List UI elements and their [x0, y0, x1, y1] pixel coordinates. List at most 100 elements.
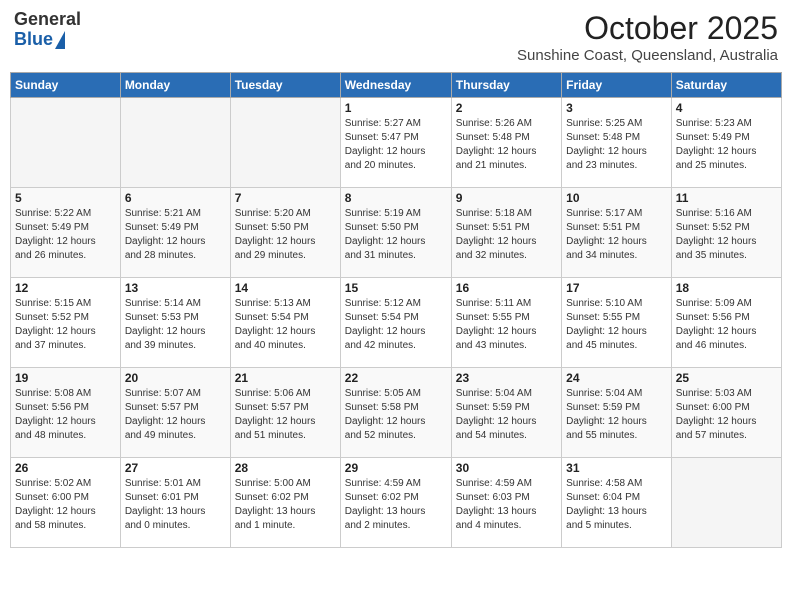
calendar-cell: 20 Sunrise: 5:07 AMSunset: 5:57 PMDayligh… [120, 368, 230, 458]
day-number: 2 [456, 101, 557, 115]
day-info: Sunrise: 5:23 AMSunset: 5:49 PMDaylight:… [676, 117, 777, 173]
day-number: 13 [125, 281, 226, 295]
day-number: 8 [345, 191, 447, 205]
day-info: Sunrise: 5:22 AMSunset: 5:49 PMDaylight:… [15, 207, 116, 263]
day-info: Sunrise: 4:59 AMSunset: 6:03 PMDaylight:… [456, 477, 557, 533]
day-number: 18 [676, 281, 777, 295]
day-number: 25 [676, 371, 777, 385]
calendar-cell: 17 Sunrise: 5:10 AMSunset: 5:55 PMDayligh… [562, 278, 672, 368]
day-number: 11 [676, 191, 777, 205]
calendar-cell: 25 Sunrise: 5:03 AMSunset: 6:00 PMDayligh… [671, 368, 781, 458]
day-number: 17 [566, 281, 667, 295]
calendar-cell: 9 Sunrise: 5:18 AMSunset: 5:51 PMDaylight… [451, 188, 561, 278]
day-info: Sunrise: 5:05 AMSunset: 5:58 PMDaylight:… [345, 387, 447, 443]
day-number: 15 [345, 281, 447, 295]
day-info: Sunrise: 5:06 AMSunset: 5:57 PMDaylight:… [235, 387, 336, 443]
day-info: Sunrise: 5:04 AMSunset: 5:59 PMDaylight:… [456, 387, 557, 443]
calendar-cell: 7 Sunrise: 5:20 AMSunset: 5:50 PMDaylight… [230, 188, 340, 278]
calendar-week-row: 19 Sunrise: 5:08 AMSunset: 5:56 PMDayligh… [11, 368, 782, 458]
day-number: 23 [456, 371, 557, 385]
day-info: Sunrise: 5:27 AMSunset: 5:47 PMDaylight:… [345, 117, 447, 173]
day-number: 9 [456, 191, 557, 205]
day-number: 22 [345, 371, 447, 385]
day-number: 27 [125, 461, 226, 475]
calendar-cell: 4Sunrise: 5:23 AMSunset: 5:49 PMDaylight… [671, 98, 781, 188]
calendar-cell: 13 Sunrise: 5:14 AMSunset: 5:53 PMDayligh… [120, 278, 230, 368]
calendar-cell: 22 Sunrise: 5:05 AMSunset: 5:58 PMDayligh… [340, 368, 451, 458]
day-info: Sunrise: 5:15 AMSunset: 5:52 PMDaylight:… [15, 297, 116, 353]
day-info: Sunrise: 5:13 AMSunset: 5:54 PMDaylight:… [235, 297, 336, 353]
day-number: 24 [566, 371, 667, 385]
day-info: Sunrise: 4:58 AMSunset: 6:04 PMDaylight:… [566, 477, 667, 533]
title-section: October 2025 Sunshine Coast, Queensland,… [517, 10, 778, 64]
logo: General Blue [14, 10, 81, 50]
calendar-header-row: SundayMondayTuesdayWednesdayThursdayFrid… [11, 73, 782, 98]
day-number: 21 [235, 371, 336, 385]
day-info: Sunrise: 5:11 AMSunset: 5:55 PMDaylight:… [456, 297, 557, 353]
calendar-week-row: 1 Sunrise: 5:27 AMSunset: 5:47 PMDaylight… [11, 98, 782, 188]
day-number: 29 [345, 461, 447, 475]
day-info: Sunrise: 5:17 AMSunset: 5:51 PMDaylight:… [566, 207, 667, 263]
day-info: Sunrise: 5:21 AMSunset: 5:49 PMDaylight:… [125, 207, 226, 263]
calendar-cell: 5Sunrise: 5:22 AMSunset: 5:49 PMDaylight… [11, 188, 121, 278]
calendar-week-row: 12 Sunrise: 5:15 AMSunset: 5:52 PMDayligh… [11, 278, 782, 368]
day-info: Sunrise: 5:02 AMSunset: 6:00 PMDaylight:… [15, 477, 116, 533]
calendar-cell: 26 Sunrise: 5:02 AMSunset: 6:00 PMDayligh… [11, 458, 121, 548]
day-number: 31 [566, 461, 667, 475]
day-number: 7 [235, 191, 336, 205]
calendar-cell: 28 Sunrise: 5:00 AMSunset: 6:02 PMDayligh… [230, 458, 340, 548]
column-header-friday: Friday [562, 73, 672, 98]
day-info: Sunrise: 5:07 AMSunset: 5:57 PMDaylight:… [125, 387, 226, 443]
day-number: 3 [566, 101, 667, 115]
calendar-cell: 11Sunrise: 5:16 AMSunset: 5:52 PMDayligh… [671, 188, 781, 278]
day-number: 14 [235, 281, 336, 295]
month-title: October 2025 [517, 10, 778, 47]
column-header-sunday: Sunday [11, 73, 121, 98]
day-info: Sunrise: 5:10 AMSunset: 5:55 PMDaylight:… [566, 297, 667, 353]
calendar-cell [11, 98, 121, 188]
day-number: 20 [125, 371, 226, 385]
day-number: 1 [345, 101, 447, 115]
day-info: Sunrise: 4:59 AMSunset: 6:02 PMDaylight:… [345, 477, 447, 533]
day-number: 19 [15, 371, 116, 385]
calendar-cell: 10Sunrise: 5:17 AMSunset: 5:51 PMDayligh… [562, 188, 672, 278]
day-number: 28 [235, 461, 336, 475]
calendar-cell: 30 Sunrise: 4:59 AMSunset: 6:03 PMDayligh… [451, 458, 561, 548]
column-header-wednesday: Wednesday [340, 73, 451, 98]
day-info: Sunrise: 5:04 AMSunset: 5:59 PMDaylight:… [566, 387, 667, 443]
calendar-cell: 1 Sunrise: 5:27 AMSunset: 5:47 PMDaylight… [340, 98, 451, 188]
day-number: 26 [15, 461, 116, 475]
calendar-week-row: 26 Sunrise: 5:02 AMSunset: 6:00 PMDayligh… [11, 458, 782, 548]
calendar-cell [120, 98, 230, 188]
day-info: Sunrise: 5:20 AMSunset: 5:50 PMDaylight:… [235, 207, 336, 263]
page-header: General Blue October 2025 Sunshine Coast… [10, 10, 782, 64]
day-info: Sunrise: 5:03 AMSunset: 6:00 PMDaylight:… [676, 387, 777, 443]
calendar-cell: 6 Sunrise: 5:21 AMSunset: 5:49 PMDaylight… [120, 188, 230, 278]
calendar-cell: 16Sunrise: 5:11 AMSunset: 5:55 PMDayligh… [451, 278, 561, 368]
day-info: Sunrise: 5:25 AMSunset: 5:48 PMDaylight:… [566, 117, 667, 173]
day-info: Sunrise: 5:14 AMSunset: 5:53 PMDaylight:… [125, 297, 226, 353]
calendar-cell: 12 Sunrise: 5:15 AMSunset: 5:52 PMDayligh… [11, 278, 121, 368]
column-header-tuesday: Tuesday [230, 73, 340, 98]
calendar-cell: 24 Sunrise: 5:04 AMSunset: 5:59 PMDayligh… [562, 368, 672, 458]
day-number: 30 [456, 461, 557, 475]
day-info: Sunrise: 5:12 AMSunset: 5:54 PMDaylight:… [345, 297, 447, 353]
calendar-cell: 8 Sunrise: 5:19 AMSunset: 5:50 PMDaylight… [340, 188, 451, 278]
calendar-cell: 27Sunrise: 5:01 AMSunset: 6:01 PMDayligh… [120, 458, 230, 548]
day-info: Sunrise: 5:08 AMSunset: 5:56 PMDaylight:… [15, 387, 116, 443]
calendar-cell: 2 Sunrise: 5:26 AMSunset: 5:48 PMDaylight… [451, 98, 561, 188]
day-info: Sunrise: 5:00 AMSunset: 6:02 PMDaylight:… [235, 477, 336, 533]
calendar-table: SundayMondayTuesdayWednesdayThursdayFrid… [10, 72, 782, 548]
calendar-cell: 3 Sunrise: 5:25 AMSunset: 5:48 PMDaylight… [562, 98, 672, 188]
day-info: Sunrise: 5:19 AMSunset: 5:50 PMDaylight:… [345, 207, 447, 263]
calendar-cell [230, 98, 340, 188]
calendar-week-row: 5Sunrise: 5:22 AMSunset: 5:49 PMDaylight… [11, 188, 782, 278]
location-subtitle: Sunshine Coast, Queensland, Australia [517, 47, 778, 64]
day-info: Sunrise: 5:26 AMSunset: 5:48 PMDaylight:… [456, 117, 557, 173]
calendar-cell: 23 Sunrise: 5:04 AMSunset: 5:59 PMDayligh… [451, 368, 561, 458]
day-number: 12 [15, 281, 116, 295]
calendar-cell: 29 Sunrise: 4:59 AMSunset: 6:02 PMDayligh… [340, 458, 451, 548]
column-header-monday: Monday [120, 73, 230, 98]
day-info: Sunrise: 5:18 AMSunset: 5:51 PMDaylight:… [456, 207, 557, 263]
day-number: 6 [125, 191, 226, 205]
